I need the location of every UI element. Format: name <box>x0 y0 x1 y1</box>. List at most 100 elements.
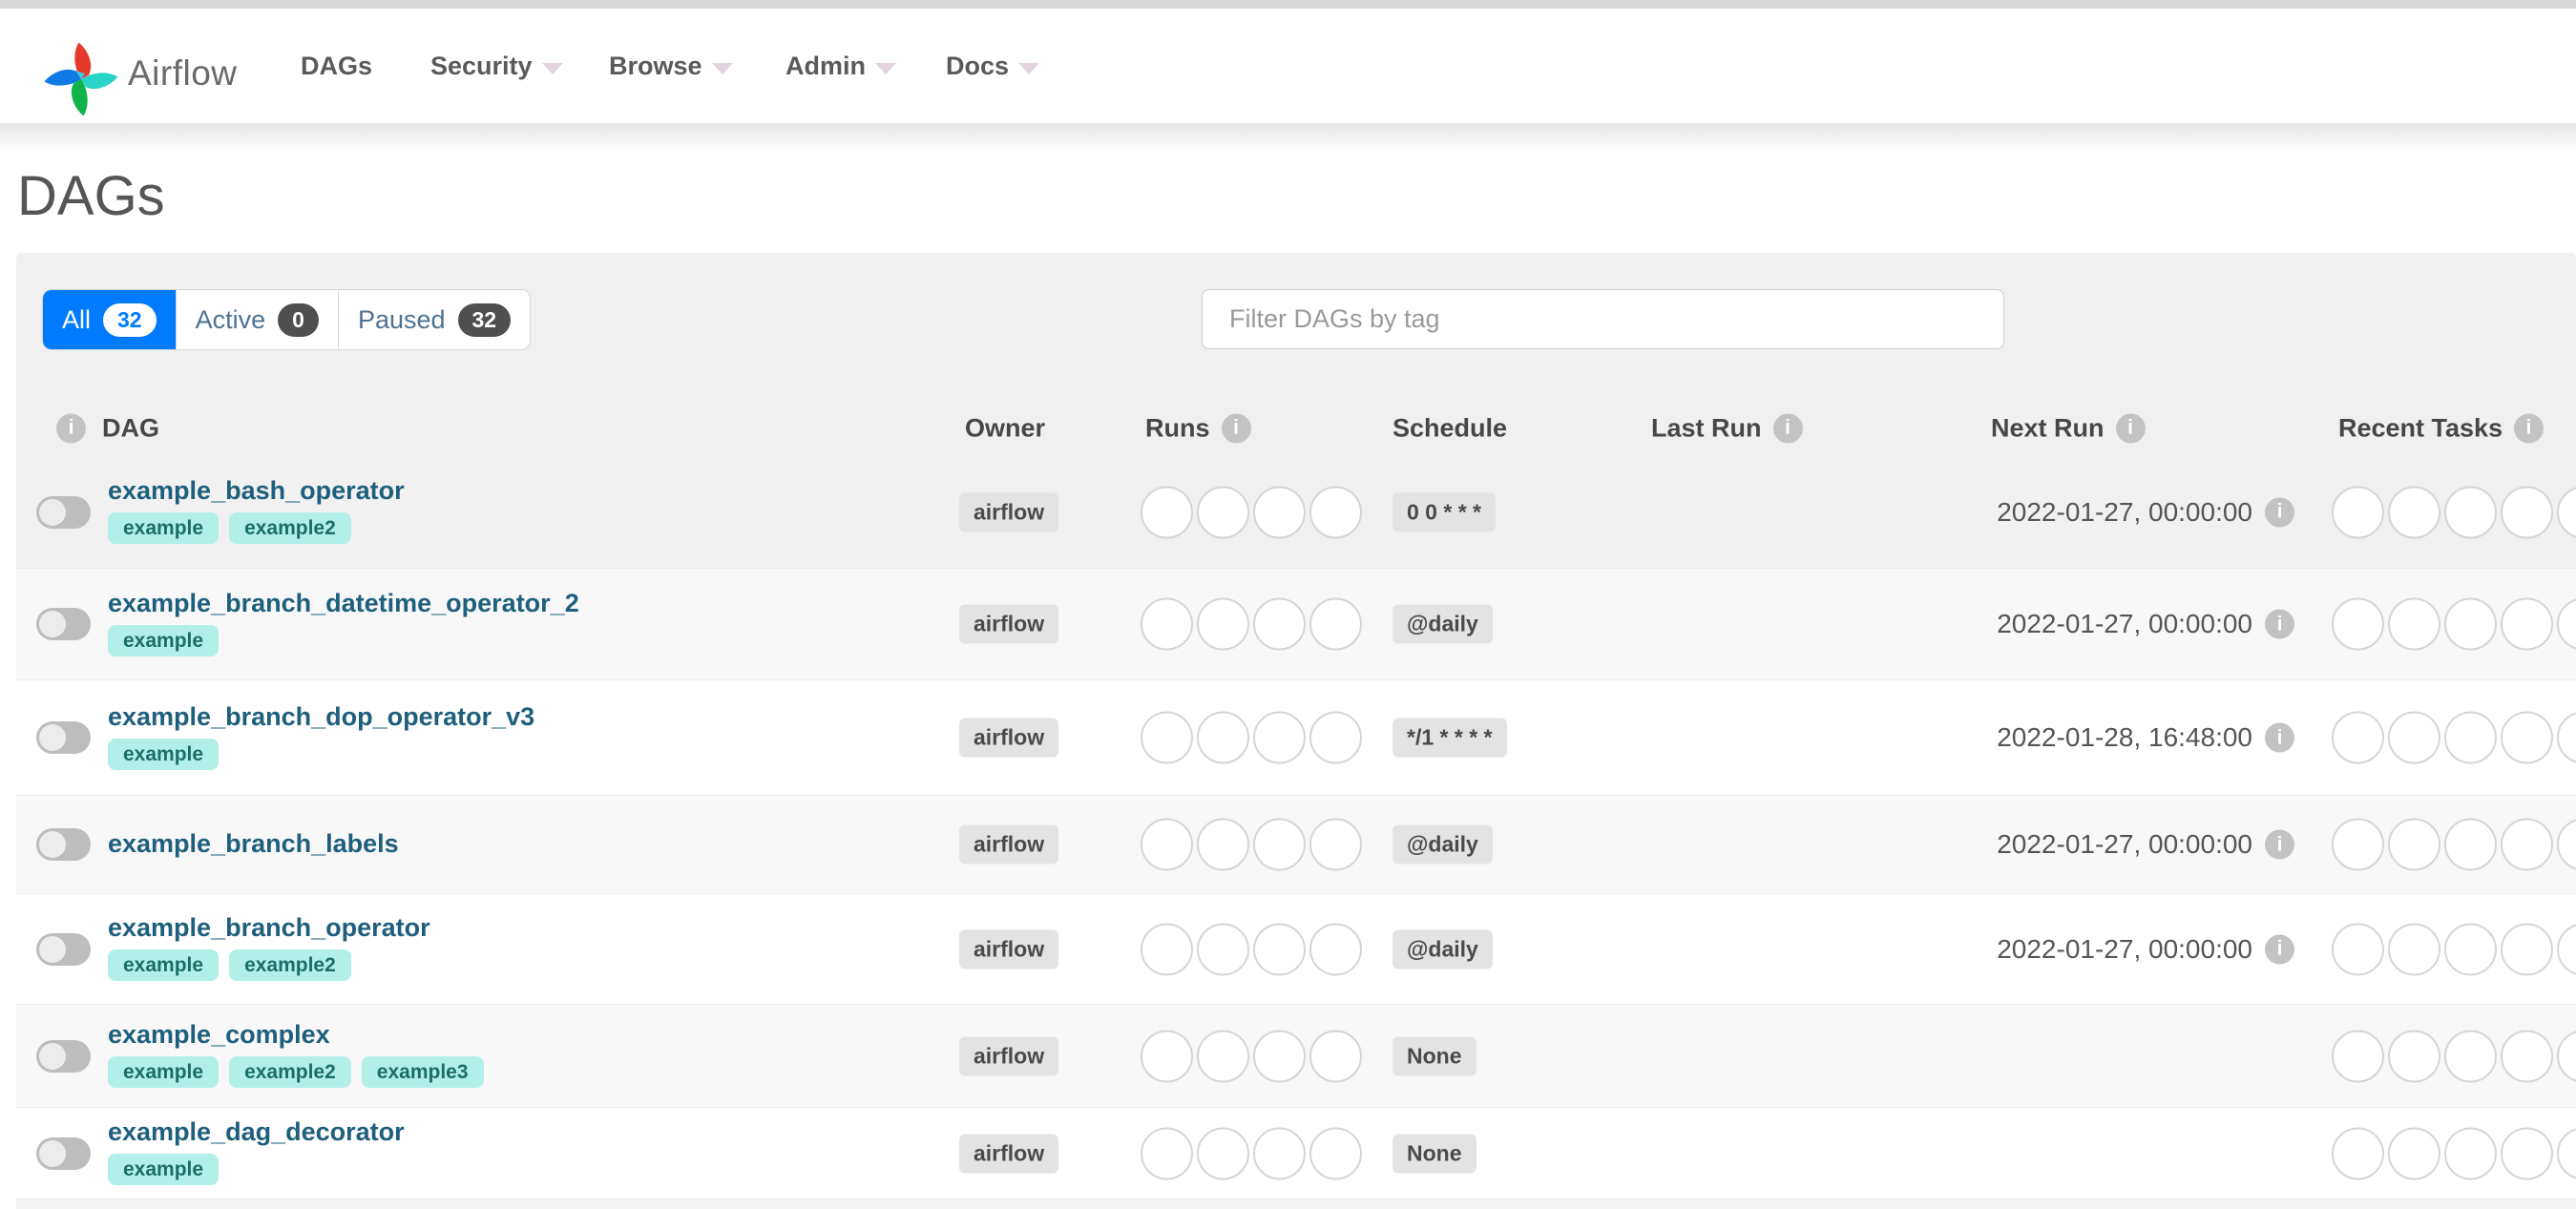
recent-task-circle[interactable] <box>2557 597 2576 651</box>
run-status-circle[interactable] <box>1141 597 1193 651</box>
recent-task-circle[interactable] <box>2444 923 2497 975</box>
recent-task-circle[interactable] <box>2557 818 2576 871</box>
dag-tag[interactable]: example <box>108 739 220 770</box>
tab-paused[interactable]: Paused 32 <box>337 290 531 349</box>
dag-tag[interactable]: example <box>108 949 220 981</box>
dag-pause-toggle[interactable] <box>36 1039 91 1073</box>
recent-task-circle[interactable] <box>2388 818 2440 871</box>
run-status-circle[interactable] <box>1197 1030 1249 1082</box>
dag-tag[interactable]: example <box>108 512 220 544</box>
recent-task-circle[interactable] <box>2388 1030 2440 1082</box>
dag-tag[interactable]: example2 <box>229 512 351 544</box>
nav-item-security[interactable]: Security <box>430 9 563 123</box>
run-status-circle[interactable] <box>1197 486 1249 538</box>
tab-active[interactable]: Active 0 <box>175 290 338 349</box>
run-status-circle[interactable] <box>1253 597 1306 651</box>
nav-item-admin[interactable]: Admin <box>785 9 896 123</box>
recent-task-circle[interactable] <box>2557 711 2576 764</box>
run-status-circle[interactable] <box>1141 711 1193 764</box>
run-status-circle[interactable] <box>1253 818 1306 871</box>
column-header-runs[interactable]: Runs i <box>1145 413 1251 443</box>
recent-task-circle[interactable] <box>2557 923 2576 975</box>
recent-task-circle[interactable] <box>2332 923 2384 975</box>
run-status-circle[interactable] <box>1309 818 1362 871</box>
recent-task-circle[interactable] <box>2388 1127 2440 1179</box>
dag-tag[interactable]: example <box>108 625 220 657</box>
dag-tag[interactable]: example <box>108 1056 220 1088</box>
dag-pause-toggle[interactable] <box>36 1136 91 1170</box>
run-status-circle[interactable] <box>1253 486 1306 538</box>
run-status-circle[interactable] <box>1197 711 1249 764</box>
recent-task-circle[interactable] <box>2388 486 2440 538</box>
run-status-circle[interactable] <box>1253 711 1306 764</box>
run-status-circle[interactable] <box>1309 923 1362 975</box>
dag-pause-toggle[interactable] <box>36 828 91 861</box>
dag-tag[interactable]: example2 <box>229 1056 351 1088</box>
run-status-circle[interactable] <box>1253 923 1306 975</box>
recent-task-circle[interactable] <box>2501 1030 2553 1082</box>
run-status-circle[interactable] <box>1197 597 1249 651</box>
recent-task-circle[interactable] <box>2557 486 2576 538</box>
run-status-circle[interactable] <box>1197 1127 1249 1179</box>
dag-name-link[interactable]: example_branch_operator <box>108 913 430 943</box>
recent-task-circle[interactable] <box>2501 1127 2553 1179</box>
recent-task-circle[interactable] <box>2332 711 2384 764</box>
dag-tag[interactable]: example2 <box>229 949 351 981</box>
run-status-circle[interactable] <box>1253 1030 1306 1082</box>
nav-item-dags[interactable]: DAGs <box>301 9 372 123</box>
run-status-circle[interactable] <box>1309 597 1362 651</box>
nav-item-docs[interactable]: Docs <box>946 9 1040 123</box>
run-status-circle[interactable] <box>1141 1030 1193 1082</box>
recent-task-circle[interactable] <box>2332 1127 2384 1179</box>
dag-tag[interactable]: example <box>108 1154 220 1185</box>
dag-pause-toggle[interactable] <box>36 721 91 754</box>
run-status-circle[interactable] <box>1309 1030 1362 1082</box>
recent-task-circle[interactable] <box>2332 818 2384 871</box>
recent-task-circle[interactable] <box>2332 1030 2384 1082</box>
dag-name-link[interactable]: example_complex <box>108 1020 330 1050</box>
recent-task-circle[interactable] <box>2444 1030 2497 1082</box>
run-status-circle[interactable] <box>1141 486 1193 538</box>
dag-tag[interactable]: example3 <box>361 1056 484 1088</box>
recent-task-circle[interactable] <box>2501 818 2553 871</box>
airflow-logo[interactable]: Airflow <box>42 26 238 121</box>
run-status-circle[interactable] <box>1309 486 1362 538</box>
dag-pause-toggle[interactable] <box>36 495 91 529</box>
recent-task-circle[interactable] <box>2557 1127 2576 1179</box>
dag-pause-toggle[interactable] <box>36 932 91 966</box>
dag-name-link[interactable]: example_branch_labels <box>108 829 399 859</box>
dag-name-link[interactable]: example_branch_datetime_operator_2 <box>108 589 579 618</box>
recent-task-circle[interactable] <box>2388 923 2440 975</box>
run-status-circle[interactable] <box>1141 1127 1193 1179</box>
column-header-owner[interactable]: Owner <box>965 413 1045 443</box>
recent-task-circle[interactable] <box>2388 597 2440 651</box>
recent-task-circle[interactable] <box>2444 1127 2497 1179</box>
recent-task-circle[interactable] <box>2444 818 2497 871</box>
column-header-next-run[interactable]: Next Run i <box>1991 413 2146 443</box>
run-status-circle[interactable] <box>1253 1127 1306 1179</box>
run-status-circle[interactable] <box>1197 818 1249 871</box>
recent-task-circle[interactable] <box>2444 486 2497 538</box>
run-status-circle[interactable] <box>1309 711 1362 764</box>
recent-task-circle[interactable] <box>2501 923 2553 975</box>
recent-task-circle[interactable] <box>2501 597 2553 651</box>
tab-all[interactable]: All 32 <box>43 290 176 349</box>
recent-task-circle[interactable] <box>2557 1030 2576 1082</box>
recent-task-circle[interactable] <box>2332 486 2384 538</box>
run-status-circle[interactable] <box>1197 923 1249 975</box>
dag-name-link[interactable]: example_bash_operator <box>108 476 405 506</box>
recent-task-circle[interactable] <box>2444 711 2497 764</box>
filter-dags-by-tag-input[interactable] <box>1202 289 2004 349</box>
column-header-last-run[interactable]: Last Run i <box>1651 413 1803 443</box>
dag-pause-toggle[interactable] <box>36 608 91 640</box>
run-status-circle[interactable] <box>1309 1127 1362 1179</box>
column-header-dag[interactable]: DAG <box>102 413 159 443</box>
dag-name-link[interactable]: example_dag_decorator <box>108 1117 405 1147</box>
recent-task-circle[interactable] <box>2332 597 2384 651</box>
recent-task-circle[interactable] <box>2444 597 2497 651</box>
column-header-recent-tasks[interactable]: Recent Tasks i <box>2338 413 2545 443</box>
recent-task-circle[interactable] <box>2501 486 2553 538</box>
column-header-schedule[interactable]: Schedule <box>1393 413 1507 443</box>
dag-name-link[interactable]: example_branch_dop_operator_v3 <box>108 702 534 732</box>
run-status-circle[interactable] <box>1141 923 1193 975</box>
